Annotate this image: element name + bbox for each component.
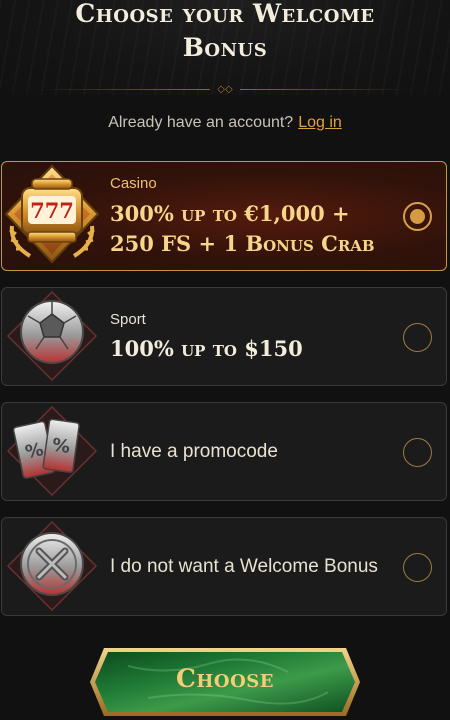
bonus-option-promocode[interactable]: % % I have a promocode [1, 402, 447, 501]
page-title-line2: Bonus [182, 33, 268, 62]
ornament-divider: ◇◇ [40, 84, 410, 95]
radio-unselected[interactable] [403, 553, 432, 582]
radio-selected[interactable] [403, 202, 432, 231]
slot-machine-777-icon: 777 [2, 164, 102, 264]
option-label: I do not want a Welcome Bonus [110, 556, 378, 577]
cross-coin-icon [2, 516, 102, 616]
option-category-label: Sport [110, 311, 146, 328]
percent-tickets-icon: % % [2, 401, 102, 501]
offer-line1: 300% up to €1,000 + [110, 201, 350, 226]
bonus-option-none[interactable]: I do not want a Welcome Bonus [1, 517, 447, 616]
ornament-icon: ◇◇ [217, 84, 233, 95]
radio-unselected[interactable] [403, 323, 432, 352]
account-prompt: Already have an account? Log in [0, 114, 450, 132]
choose-button-label: Choose [176, 664, 274, 693]
offer-line1: 100% up to $150 [110, 336, 303, 361]
option-label: I have a promocode [110, 441, 278, 462]
login-link[interactable]: Log in [298, 114, 342, 131]
offer-line2: 250 FS + 1 Bonus Crab [110, 231, 375, 256]
bonus-option-casino[interactable]: 777 Casino 300% up to €1,000 + 250 FS + … [1, 161, 447, 271]
svg-text:777: 777 [30, 198, 74, 223]
choose-button[interactable]: Choose [88, 646, 362, 718]
option-category-label: Casino [110, 175, 157, 192]
soccer-ball-icon [2, 286, 102, 386]
account-prompt-text: Already have an account? [108, 114, 294, 131]
svg-text:%: % [51, 435, 72, 458]
radio-unselected[interactable] [403, 438, 432, 467]
page-title: Choose your Welcome Bonus [0, 0, 450, 65]
bonus-option-sport[interactable]: Sport 100% up to $150 [1, 287, 447, 386]
page-title-line1: Choose your Welcome [75, 0, 375, 28]
